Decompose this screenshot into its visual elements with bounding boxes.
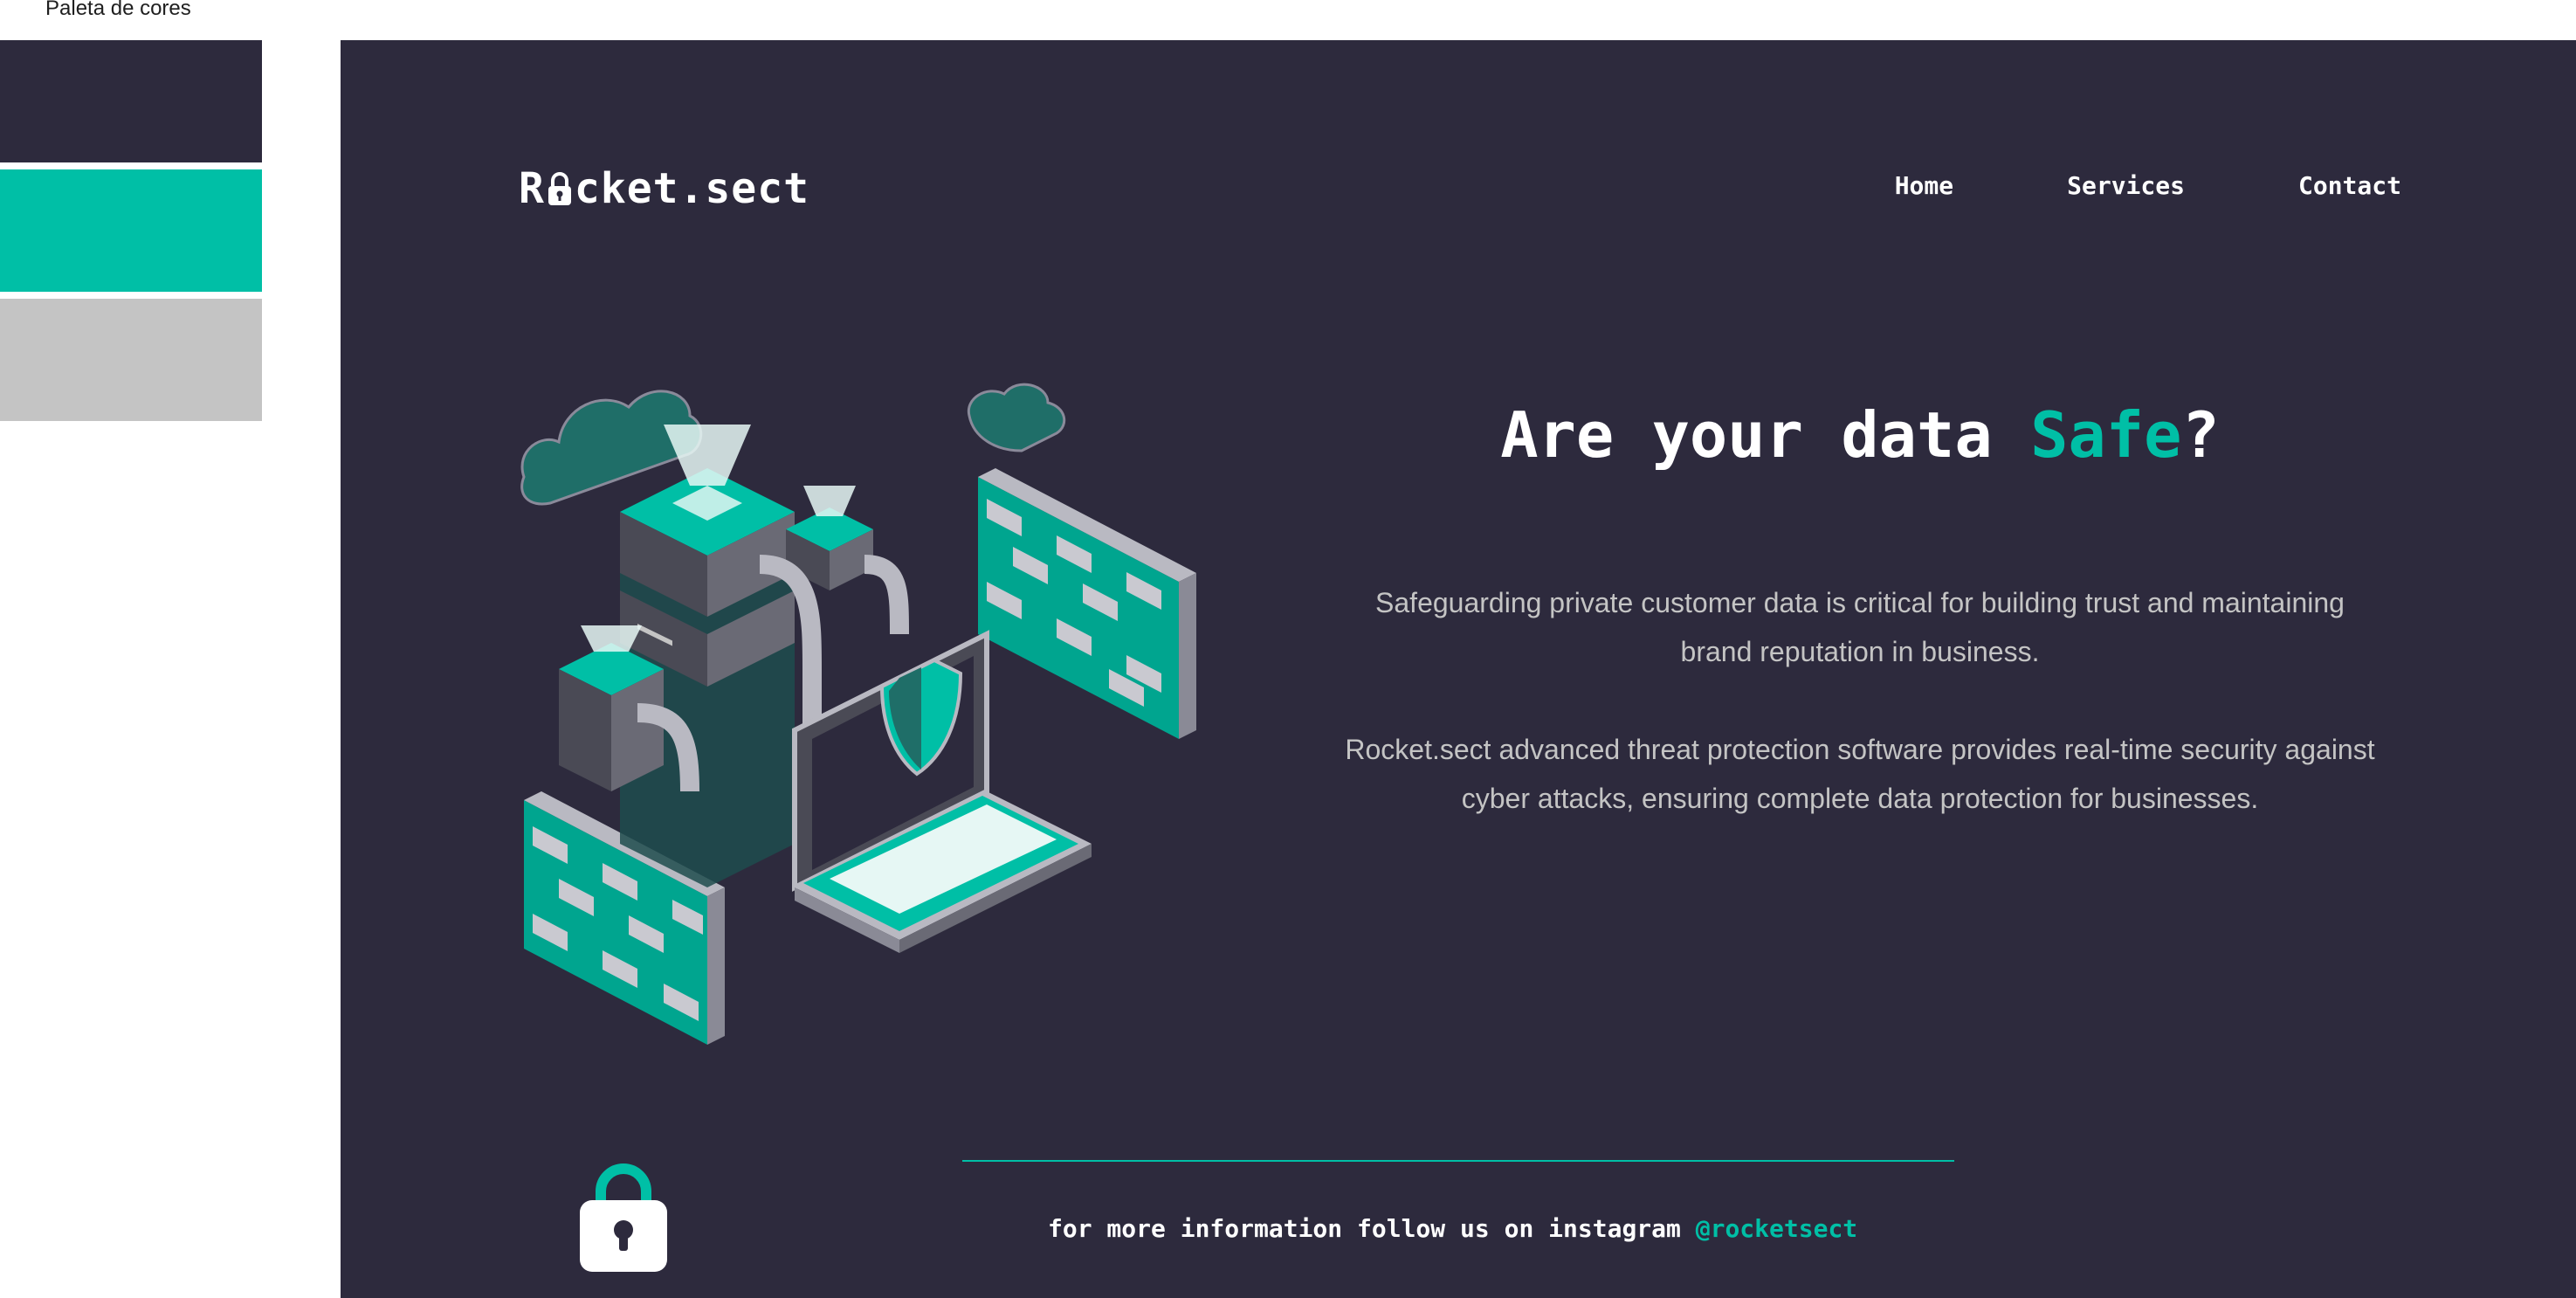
palette-swatch-gray [0, 299, 262, 421]
logo-text-suffix: cket.sect [574, 164, 809, 213]
hero-title-prefix: Are your data [1500, 398, 2031, 472]
nav-services[interactable]: Services [2067, 171, 2185, 200]
hero-title: Are your data Safe? [1319, 398, 2401, 472]
nav-home[interactable]: Home [1895, 171, 1953, 200]
palette-label: Paleta de cores [45, 0, 191, 20]
logo[interactable]: R cket.sect [519, 164, 809, 213]
footer-divider [962, 1160, 1954, 1162]
hero-title-suffix: ? [2181, 398, 2220, 472]
padlock-icon [548, 172, 571, 205]
main-nav: Home Services Contact [1895, 171, 2401, 200]
footer-text-label: for more information follow us on instag… [1048, 1214, 1696, 1243]
server-tower [620, 425, 795, 887]
brick-wall-right [978, 468, 1196, 739]
footer-text: for more information follow us on instag… [1048, 1214, 1857, 1243]
hero-paragraph-2: Rocket.sect advanced threat protection s… [1345, 734, 2375, 814]
padlock-icon [580, 1163, 667, 1272]
cyber-security-illustration [520, 383, 1196, 1045]
hero-title-accent: Safe [2030, 398, 2182, 472]
logo-text-prefix: R [519, 164, 545, 213]
palette-swatch-dark [0, 40, 262, 162]
hero-paragraph-1: Safeguarding private customer data is cr… [1375, 587, 2345, 667]
palette-swatch-teal [0, 169, 262, 292]
landing-page-frame: R cket.sect Home Services Contact Are yo… [341, 40, 2576, 1298]
instagram-handle-link[interactable]: @rocketsect [1696, 1214, 1857, 1243]
nav-contact[interactable]: Contact [2298, 171, 2401, 200]
cloud-icon [967, 383, 1066, 452]
